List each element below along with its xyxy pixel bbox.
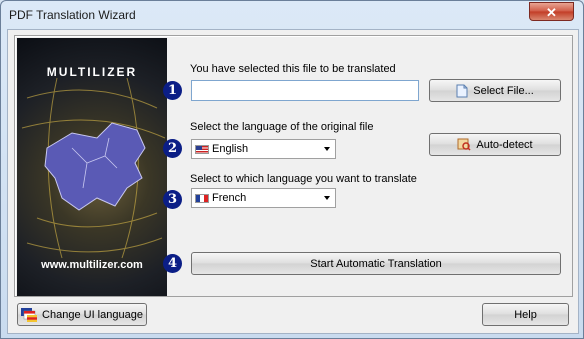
auto-detect-button[interactable]: Auto-detect bbox=[429, 133, 561, 156]
website-url: www.multilizer.com bbox=[41, 259, 143, 271]
step3-number-badge: 3 bbox=[163, 190, 182, 209]
dialog-body: MULTILIZER www.multilizer.com You have s… bbox=[7, 29, 579, 334]
close-button[interactable]: ✕ bbox=[529, 2, 574, 21]
france-flag-icon bbox=[195, 193, 209, 203]
auto-detect-icon bbox=[457, 138, 471, 151]
us-flag-icon bbox=[195, 144, 209, 154]
wizard-window: PDF Translation Wizard ✕ MULTILIZER www.… bbox=[0, 0, 584, 339]
select-file-button[interactable]: Select File... bbox=[429, 79, 561, 102]
window-title: PDF Translation Wizard bbox=[9, 8, 136, 22]
auto-detect-label: Auto-detect bbox=[476, 138, 533, 151]
target-language-select[interactable]: French bbox=[191, 188, 336, 208]
step2-label: Select the language of the original file bbox=[190, 121, 374, 133]
source-language-value: English bbox=[212, 143, 249, 155]
language-flags-icon bbox=[21, 307, 38, 322]
select-file-label: Select File... bbox=[473, 84, 534, 97]
multilizer-banner: MULTILIZER www.multilizer.com bbox=[17, 38, 167, 296]
start-translation-button[interactable]: Start Automatic Translation bbox=[191, 252, 561, 275]
step1-label: You have selected this file to be transl… bbox=[190, 63, 396, 75]
target-language-value: French bbox=[212, 192, 247, 204]
chevron-down-icon bbox=[324, 196, 330, 200]
chevron-down-icon bbox=[324, 147, 330, 151]
close-icon: ✕ bbox=[546, 5, 557, 20]
help-button[interactable]: Help bbox=[482, 303, 569, 326]
change-ui-language-button[interactable]: Change UI language bbox=[17, 303, 147, 326]
step4-number-badge: 4 bbox=[163, 254, 182, 273]
document-icon bbox=[456, 84, 468, 97]
start-translation-label: Start Automatic Translation bbox=[310, 257, 442, 270]
help-label: Help bbox=[514, 308, 537, 321]
step3-label: Select to which language you want to tra… bbox=[190, 173, 417, 185]
change-ui-language-label: Change UI language bbox=[42, 308, 143, 321]
step1-number-badge: 1 bbox=[163, 81, 182, 100]
source-language-select[interactable]: English bbox=[191, 139, 336, 159]
title-bar[interactable]: PDF Translation Wizard ✕ bbox=[1, 1, 583, 29]
brand-logo: MULTILIZER bbox=[46, 65, 138, 79]
step2-number-badge: 2 bbox=[163, 139, 182, 158]
file-path-input[interactable] bbox=[191, 80, 419, 101]
